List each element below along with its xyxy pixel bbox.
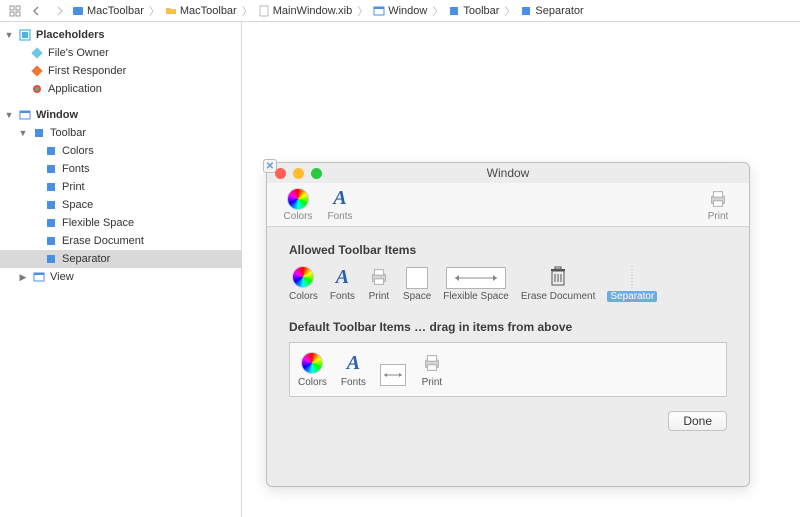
allowed-colors[interactable]: Colors — [289, 265, 318, 302]
forward-button[interactable] — [50, 2, 68, 20]
sidebar-item-flexible-space[interactable]: Flexible Space — [0, 214, 241, 232]
printer-icon — [707, 188, 729, 210]
allowed-print[interactable]: Print — [367, 265, 391, 302]
done-button[interactable]: Done — [668, 411, 727, 431]
default-print[interactable]: Print — [420, 351, 444, 388]
minimize-icon[interactable] — [293, 168, 304, 179]
breadcrumb-bar: MacToolbar〉 MacToolbar〉 MainWindow.xib〉 … — [0, 0, 800, 22]
crumb-project[interactable]: MacToolbar — [72, 5, 144, 17]
sidebar-item-colors[interactable]: Colors — [0, 142, 241, 160]
allowed-flexible-space[interactable]: Flexible Space — [443, 267, 509, 302]
default-items-row[interactable]: Colors AFonts Print — [289, 342, 727, 397]
toolbar-print[interactable]: Print — [697, 188, 739, 222]
sidebar-item-print[interactable]: Print — [0, 178, 241, 196]
traffic-lights[interactable] — [275, 168, 322, 179]
crumb-toolbar[interactable]: Toolbar — [448, 5, 499, 17]
ib-window[interactable]: ✕ Window Colors AFonts Print Allowed Too… — [266, 162, 750, 487]
allowed-title: Allowed Toolbar Items — [289, 243, 727, 257]
view-group[interactable]: ▶View — [0, 268, 241, 286]
window-label: Window — [36, 109, 78, 121]
sidebar-item-first-responder[interactable]: First Responder — [0, 62, 241, 80]
toolbar-group[interactable]: ▼Toolbar — [0, 124, 241, 142]
default-colors[interactable]: Colors — [298, 351, 327, 388]
placeholders-group[interactable]: ▼Placeholders — [0, 26, 241, 44]
back-button[interactable] — [28, 2, 46, 20]
trash-icon — [549, 266, 567, 288]
default-flexspace[interactable] — [380, 364, 406, 388]
zoom-icon[interactable] — [311, 168, 322, 179]
window-titlebar[interactable]: Window — [267, 163, 749, 183]
allowed-fonts[interactable]: AFonts — [330, 265, 355, 302]
window-title: Window — [487, 166, 530, 180]
allowed-space[interactable]: Space — [403, 267, 431, 302]
window-group[interactable]: ▼Window — [0, 106, 241, 124]
canvas: ✕ Window Colors AFonts Print Allowed Too… — [242, 22, 800, 517]
placeholders-label: Placeholders — [36, 29, 104, 41]
crumb-window[interactable]: Window — [373, 5, 427, 17]
sidebar-item-fonts[interactable]: Fonts — [0, 160, 241, 178]
grid-icon[interactable] — [6, 2, 24, 20]
outline-sidebar: ▼Placeholders File's Owner First Respond… — [0, 22, 242, 517]
sidebar-item-erase-document[interactable]: Erase Document — [0, 232, 241, 250]
close-icon[interactable] — [275, 168, 286, 179]
crumb-separator[interactable]: Separator — [520, 5, 583, 17]
allowed-separator[interactable]: Separator — [607, 265, 657, 302]
sidebar-item-application[interactable]: Application — [0, 80, 241, 98]
allowed-erase-document[interactable]: Erase Document — [521, 265, 595, 302]
crumb-file[interactable]: MainWindow.xib — [258, 5, 352, 17]
sidebar-item-space[interactable]: Space — [0, 196, 241, 214]
window-toolbar: Colors AFonts Print — [267, 183, 749, 227]
sidebar-item-separator[interactable]: Separator — [0, 250, 241, 268]
allowed-items-row: Colors AFonts Print Space Flexible Space… — [289, 265, 727, 302]
colors-icon — [287, 188, 309, 210]
toolbar-fonts[interactable]: AFonts — [319, 187, 361, 222]
toolbar-colors[interactable]: Colors — [277, 188, 319, 222]
sidebar-item-files-owner[interactable]: File's Owner — [0, 44, 241, 62]
fonts-icon: A — [333, 187, 346, 210]
default-fonts[interactable]: AFonts — [341, 351, 366, 388]
crumb-folder[interactable]: MacToolbar — [165, 5, 237, 17]
default-title: Default Toolbar Items … drag in items fr… — [289, 320, 727, 334]
